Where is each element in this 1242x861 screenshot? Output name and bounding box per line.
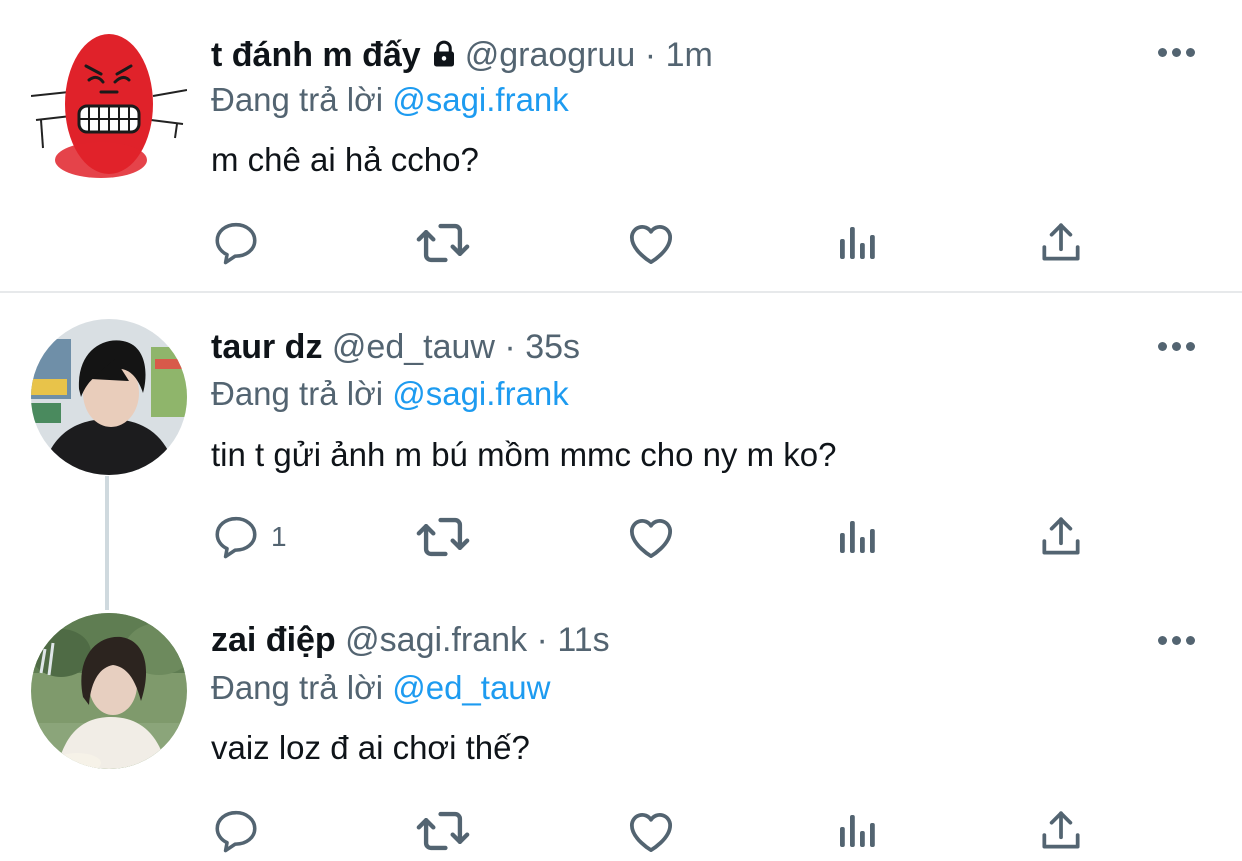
timestamp[interactable]: 1m — [666, 36, 713, 74]
tweet-3[interactable]: zai điệp @sagi.frank · 11s Đang trả lời … — [0, 583, 1242, 861]
action-bar — [0, 213, 1242, 273]
display-name[interactable]: t đánh m đấy — [211, 36, 421, 74]
action-bar — [0, 801, 1242, 861]
reply-icon — [211, 512, 261, 562]
mention-link[interactable]: @sagi.frank — [392, 375, 569, 412]
tweet-1[interactable]: t đánh m đấy @graogruu · 1m Đang trả lời … — [0, 0, 1242, 291]
tweet-2[interactable]: taur dz @ed_tauw · 35s Đang trả lời @sag… — [0, 293, 1242, 583]
handle[interactable]: @ed_tauw — [332, 328, 495, 366]
views-button[interactable] — [832, 213, 880, 273]
bar-chart-icon — [832, 807, 880, 855]
replying-prefix: Đang trả lời — [211, 375, 384, 412]
replying-prefix: Đang trả lời — [211, 81, 384, 118]
handle[interactable]: @graogruu — [465, 36, 636, 74]
reply-button[interactable] — [211, 801, 261, 861]
lock-icon — [429, 38, 459, 78]
avatar[interactable] — [31, 319, 187, 475]
mention-link[interactable]: @ed_tauw — [392, 669, 550, 706]
replying-to: Đang trả lời @sagi.frank — [211, 374, 569, 414]
share-icon — [1036, 218, 1086, 268]
share-button[interactable] — [1036, 801, 1086, 861]
more-options-icon[interactable] — [1158, 633, 1202, 647]
display-name[interactable]: zai điệp — [211, 621, 336, 659]
replying-to: Đang trả lời @ed_tauw — [211, 668, 550, 708]
reply-icon — [211, 806, 261, 856]
reply-button[interactable] — [211, 213, 261, 273]
like-button[interactable] — [624, 213, 678, 273]
heart-icon — [624, 216, 678, 270]
share-button[interactable] — [1036, 213, 1086, 273]
bar-chart-icon — [832, 219, 880, 267]
tweet-text: vaiz loz đ ai chơi thế? — [211, 729, 530, 766]
handle[interactable]: @sagi.frank — [345, 621, 527, 659]
timestamp[interactable]: 11s — [557, 621, 609, 659]
bar-chart-icon — [832, 513, 880, 561]
separator-dot: · — [504, 328, 516, 366]
heart-icon — [624, 804, 678, 858]
action-bar: 1 — [0, 507, 1242, 567]
views-button[interactable] — [832, 507, 880, 567]
retweet-button[interactable] — [414, 507, 472, 567]
reply-count: 1 — [271, 521, 287, 552]
heart-icon — [624, 510, 678, 564]
timestamp[interactable]: 35s — [525, 328, 580, 366]
tweet-text: m chê ai hả ccho? — [211, 141, 479, 178]
replying-to: Đang trả lời @sagi.frank — [211, 80, 569, 120]
tweet-header: taur dz @ed_tauw · 35s — [211, 327, 580, 367]
more-options-icon[interactable] — [1158, 45, 1202, 59]
avatar[interactable] — [31, 613, 187, 769]
tweet-header: t đánh m đấy @graogruu · 1m — [211, 35, 713, 78]
tweet-text: tin t gửi ảnh m bú mồm mmc cho ny m ko? — [211, 436, 837, 473]
tweet-header: zai điệp @sagi.frank · 11s — [211, 620, 610, 660]
replying-prefix: Đang trả lời — [211, 669, 384, 706]
retweet-icon — [414, 802, 472, 860]
reply-icon — [211, 218, 261, 268]
separator-dot: · — [536, 621, 548, 659]
retweet-button[interactable] — [414, 801, 472, 861]
reply-button[interactable]: 1 — [211, 507, 287, 567]
separator-dot: · — [644, 36, 657, 74]
share-icon — [1036, 512, 1086, 562]
like-button[interactable] — [624, 801, 678, 861]
avatar[interactable] — [31, 28, 187, 184]
retweet-button[interactable] — [414, 213, 472, 273]
share-button[interactable] — [1036, 507, 1086, 567]
like-button[interactable] — [624, 507, 678, 567]
share-icon — [1036, 806, 1086, 856]
retweet-icon — [414, 508, 472, 566]
display-name[interactable]: taur dz — [211, 328, 322, 366]
retweet-icon — [414, 214, 472, 272]
more-options-icon[interactable] — [1158, 339, 1202, 353]
views-button[interactable] — [832, 801, 880, 861]
mention-link[interactable]: @sagi.frank — [392, 81, 569, 118]
